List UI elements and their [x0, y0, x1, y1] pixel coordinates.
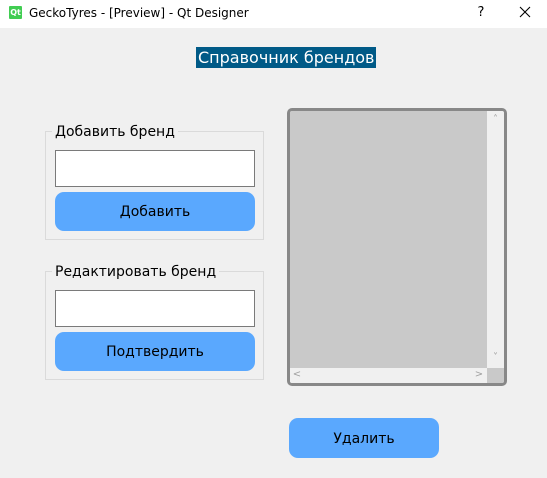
add-brand-input[interactable]	[55, 150, 255, 187]
edit-brand-input[interactable]	[55, 290, 255, 327]
scroll-right-icon[interactable]: >	[474, 369, 484, 381]
add-button[interactable]: Добавить	[55, 192, 255, 231]
brand-list[interactable]	[290, 111, 487, 368]
close-button[interactable]	[508, 1, 542, 25]
help-button[interactable]: ?	[471, 1, 491, 25]
vertical-scrollbar[interactable]: ˄ ˅	[487, 111, 504, 368]
scroll-left-icon[interactable]: <	[292, 369, 302, 381]
horizontal-scrollbar[interactable]: < >	[290, 368, 487, 383]
edit-brand-group: Редактировать бренд Подтвердить	[45, 263, 264, 380]
title-bar: Qt GeckoTyres - [Preview] - Qt Designer …	[0, 0, 547, 28]
delete-button[interactable]: Удалить	[289, 418, 439, 458]
scroll-up-icon[interactable]: ˄	[490, 114, 501, 126]
close-icon	[519, 6, 531, 18]
brand-list-frame: ˄ ˅ < >	[287, 108, 507, 386]
add-brand-group-title: Добавить бренд	[52, 123, 178, 141]
qt-logo-icon: Qt	[9, 6, 22, 19]
scroll-corner	[487, 368, 504, 383]
confirm-button[interactable]: Подтвердить	[55, 332, 255, 371]
page-title: Справочник брендов	[196, 47, 377, 68]
scroll-down-icon[interactable]: ˅	[490, 352, 501, 364]
window-title: GeckoTyres - [Preview] - Qt Designer	[29, 6, 249, 20]
edit-brand-group-title: Редактировать бренд	[52, 263, 220, 281]
add-brand-group: Добавить бренд Добавить	[45, 123, 264, 240]
